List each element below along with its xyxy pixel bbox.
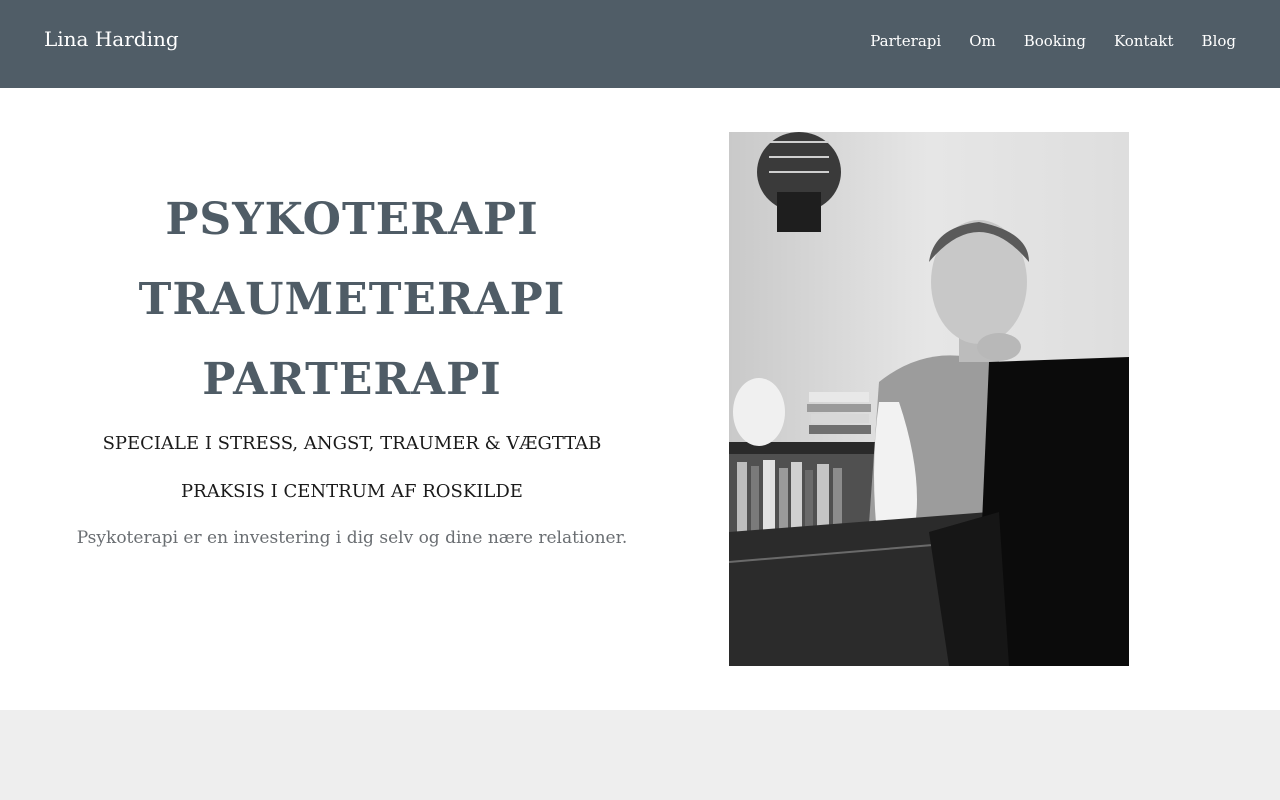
nav-item-booking[interactable]: Booking xyxy=(1024,31,1086,51)
hero-title-traumeterapi: TRAUMETERAPI xyxy=(138,274,566,325)
main-nav: Parterapi Om Booking Kontakt Blog xyxy=(870,31,1236,51)
nav-item-parterapi[interactable]: Parterapi xyxy=(870,31,941,51)
site-header: Lina Harding Parterapi Om Booking Kontak… xyxy=(0,0,1280,88)
nav-item-om[interactable]: Om xyxy=(969,31,996,51)
section-band xyxy=(0,710,1280,800)
hero-description: Psykoterapi er en investering i dig selv… xyxy=(76,528,628,548)
hero-title-parterapi: PARTERAPI xyxy=(202,354,502,405)
nav-item-blog[interactable]: Blog xyxy=(1202,31,1236,51)
nav-item-kontakt[interactable]: Kontakt xyxy=(1114,31,1174,51)
hero-subtitle-speciale: SPECIALE I STRESS, ANGST, TRAUMER & VÆGT… xyxy=(102,433,602,454)
portrait-photo xyxy=(729,132,1129,666)
hero-section: PSYKOTERAPI TRAUMETERAPI PARTERAPI SPECI… xyxy=(60,180,644,550)
hero-title-psykoterapi: PSYKOTERAPI xyxy=(165,194,539,245)
hero-subtitle-praksis: PRAKSIS I CENTRUM AF ROSKILDE xyxy=(181,481,523,502)
site-brand-link[interactable]: Lina Harding xyxy=(44,26,179,52)
